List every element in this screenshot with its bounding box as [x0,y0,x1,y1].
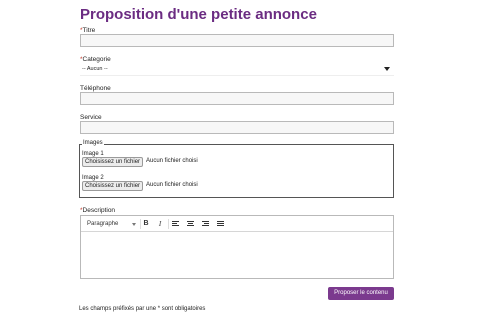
telephone-label: Téléphone [80,85,111,92]
service-input[interactable] [80,121,394,134]
images-legend: Images [82,140,104,146]
categorie-select[interactable]: -- Aucun -- [80,64,394,76]
description-editor: Paragraphe B I [80,215,394,279]
description-label: *Description [80,207,116,214]
chevron-down-icon [132,223,136,226]
image-1-file-button[interactable]: Choisissez un fichier [82,157,144,167]
titre-label: *Titre [80,27,96,34]
format-select-value: Paragraphe [87,221,119,227]
required-fields-note: Les champs préfixés par une * sont oblig… [79,306,206,312]
categorie-selected-value: -- Aucun -- [82,66,108,72]
categorie-label: *Categorie [80,56,111,63]
align-justify-icon[interactable] [217,221,224,227]
italic-button[interactable]: I [155,219,165,229]
telephone-input[interactable] [80,92,394,105]
toolbar-divider [168,219,169,229]
image-1-file-status: Aucun fichier choisi [146,158,198,164]
bold-button[interactable]: B [141,219,151,229]
align-left-icon[interactable] [172,221,179,227]
page-title: Proposition d'une petite annonce [80,6,317,23]
service-label: Service [80,114,102,121]
submit-button[interactable]: Proposer le contenu [328,287,394,300]
editor-toolbar: Paragraphe B I [81,216,393,232]
titre-input[interactable] [80,34,394,47]
chevron-down-icon [384,67,390,71]
format-select[interactable]: Paragraphe [84,219,138,229]
align-right-icon[interactable] [202,221,209,227]
image-2-file-button[interactable]: Choisissez un fichier [82,181,144,191]
image-2-file-status: Aucun fichier choisi [146,182,198,188]
description-text-area[interactable] [81,233,393,278]
align-center-icon[interactable] [187,221,194,227]
